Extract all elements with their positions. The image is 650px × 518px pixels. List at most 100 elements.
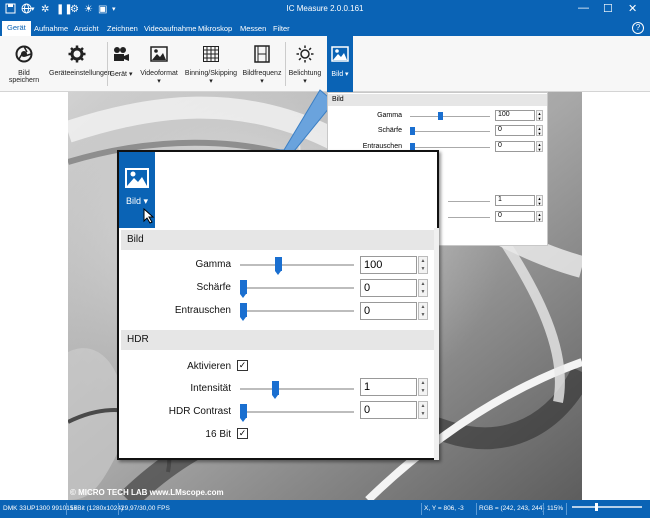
schaerfe-slider-small[interactable] <box>410 131 490 132</box>
bild-speichern-button[interactable]: Bild speichern <box>3 40 45 84</box>
entrauschen-spinner[interactable]: ▲ ▼ <box>418 302 428 320</box>
hdr-contrast-slider-small[interactable] <box>448 217 490 218</box>
ribbon-separator <box>107 42 108 86</box>
intensitaet-thumb[interactable] <box>272 381 280 399</box>
gamma-label: Gamma <box>195 259 231 270</box>
schaerfe-spinner-small[interactable]: ▲ ▼ <box>536 125 543 136</box>
binning-skipping-label: Binning/Skipping <box>184 70 238 77</box>
bit16-checkbox[interactable]: ✓ <box>237 428 248 439</box>
geraeteeinstellungen-button[interactable]: Geräteeinstellungen <box>49 40 112 77</box>
intensitaet-slider[interactable] <box>240 388 354 390</box>
chevron-down-icon: ▾ <box>157 78 161 85</box>
status-format: 16Bit (1280x1024) <box>70 505 124 512</box>
zoom-slider-thumb[interactable] <box>595 503 598 511</box>
intensitaet-input[interactable]: 1 <box>360 378 417 396</box>
hdr-contrast-label: HDR Contrast <box>168 406 231 417</box>
binning-skipping-button[interactable]: Binning/Skipping ▾ <box>184 40 238 85</box>
status-separator <box>476 503 477 515</box>
maximize-button[interactable]: ☐ <box>603 2 613 15</box>
entrauschen-slider-small[interactable] <box>410 147 490 148</box>
hdr-contrast-thumb[interactable] <box>240 404 247 422</box>
hdr-contrast-slider[interactable] <box>240 411 354 413</box>
gamma-slider[interactable] <box>240 264 354 266</box>
bildfrequenz-button[interactable]: Bildfrequenz ▾ <box>240 40 284 85</box>
help-icon[interactable]: ? <box>632 22 644 34</box>
tab-aufnahme[interactable]: Aufnahme <box>29 22 73 35</box>
hdr-contrast-spinner[interactable]: ▲ ▼ <box>418 401 428 419</box>
status-separator <box>118 503 119 515</box>
bild-label-zoom: Bild <box>125 196 141 206</box>
schaerfe-input-small[interactable]: 0 <box>495 125 535 136</box>
tab-zeichnen[interactable]: Zeichnen <box>102 22 143 35</box>
intensitaet-input-small[interactable]: 1 <box>495 195 535 206</box>
status-coords: X, Y = 806, -3 <box>424 505 464 512</box>
schaerfe-slider[interactable] <box>240 287 354 289</box>
schaerfe-spinner[interactable]: ▲ ▼ <box>418 279 428 297</box>
tab-ansicht[interactable]: Ansicht <box>69 22 104 35</box>
intensitaet-label: Intensität <box>190 383 231 394</box>
bild-header: Bild <box>121 230 434 250</box>
intensitaet-spinner[interactable]: ▲ ▼ <box>418 378 428 396</box>
grid-icon <box>201 44 221 64</box>
scrollbar[interactable] <box>434 228 439 460</box>
close-button[interactable]: ✕ <box>628 2 637 15</box>
gamma-input-small[interactable]: 100 <box>495 110 535 121</box>
hdr-header: HDR <box>121 330 434 350</box>
aperture-icon <box>14 44 34 64</box>
status-rgb: RGB = (242, 243, 244) <box>479 505 545 512</box>
videoformat-label: Videoformat <box>140 70 178 77</box>
gamma-spinner[interactable]: ▲ ▼ <box>418 256 428 274</box>
copyright-watermark: © MICRO TECH LAB www.LMscope.com <box>70 488 224 497</box>
schaerfe-input[interactable]: 0 <box>360 279 417 297</box>
videoformat-button[interactable]: Videoformat ▾ <box>138 40 180 85</box>
bild-button[interactable]: Bild ▾ <box>327 36 353 92</box>
tab-filter[interactable]: Filter <box>268 22 295 35</box>
chevron-down-icon: ▾ <box>127 71 133 78</box>
gamma-spinner-small[interactable]: ▲ ▼ <box>536 110 543 121</box>
bild-speichern-label: Bild speichern <box>8 70 40 84</box>
entrauschen-input[interactable]: 0 <box>360 302 417 320</box>
chevron-down-icon: ▾ <box>303 78 307 85</box>
status-separator <box>421 503 422 515</box>
chevron-down-icon: ▾ <box>343 71 349 78</box>
video-camera-icon <box>111 44 131 64</box>
gamma-thumb-small[interactable] <box>438 112 443 120</box>
gamma-input[interactable]: 100 <box>360 256 417 274</box>
gamma-label-small: Gamma <box>377 112 402 119</box>
entrauschen-thumb[interactable] <box>240 303 247 321</box>
bildfrequenz-label: Bildfrequenz <box>242 70 282 77</box>
intensitaet-slider-small[interactable] <box>448 201 490 202</box>
chevron-down-icon: ▾ <box>260 78 264 85</box>
geraet-button[interactable]: Gerät ▾ <box>109 40 133 78</box>
gamma-thumb[interactable] <box>275 257 283 275</box>
gear-icon <box>67 44 87 64</box>
schaerfe-thumb-small[interactable] <box>410 127 415 135</box>
geraeteeinstellungen-label: Geräteeinstellungen <box>49 70 112 77</box>
entrauschen-input-small[interactable]: 0 <box>495 141 535 152</box>
aktivieren-checkbox[interactable]: ✓ <box>237 360 248 371</box>
tab-messen[interactable]: Messen <box>235 22 271 35</box>
entrauschen-slider[interactable] <box>240 310 354 312</box>
status-separator <box>66 503 67 515</box>
hdr-contrast-input[interactable]: 0 <box>360 401 417 419</box>
entrauschen-spinner-small[interactable]: ▲ ▼ <box>536 141 543 152</box>
ribbon: Bild speichern Geräteeinstellungen Gerät… <box>0 36 650 92</box>
schaerfe-label-small: Schärfe <box>377 127 402 134</box>
bit16-label: 16 Bit <box>205 429 231 440</box>
intensitaet-spinner-small[interactable]: ▲ ▼ <box>536 195 543 206</box>
ribbon-separator <box>285 42 286 86</box>
sun-icon <box>295 44 315 64</box>
zoom-slider[interactable] <box>572 506 642 508</box>
film-icon <box>252 44 272 64</box>
bild-panel-zoom: Bild ▾ Bild Gamma 100 ▲ ▼ Schärfe 0 ▲ ▼ En… <box>117 150 439 460</box>
hdr-contrast-input-small[interactable]: 0 <box>495 211 535 222</box>
minimize-button[interactable]: — <box>578 2 589 14</box>
hdr-contrast-spinner-small[interactable]: ▲ ▼ <box>536 211 543 222</box>
schaerfe-thumb[interactable] <box>240 280 247 298</box>
tab-mikroskop[interactable]: Mikroskop <box>193 22 237 35</box>
window-title: IC Measure 2.0.0.161 <box>286 4 364 13</box>
belichtung-button[interactable]: Belichtung ▾ <box>287 40 323 85</box>
title-bar: ▾ ✲ ❚❚ ⚙ ☀ ▣ ▾ IC Measure 2.0.0.161 — ☐ … <box>0 0 650 20</box>
tab-geraet[interactable]: Gerät <box>2 21 31 36</box>
gamma-slider-small[interactable] <box>410 116 490 117</box>
